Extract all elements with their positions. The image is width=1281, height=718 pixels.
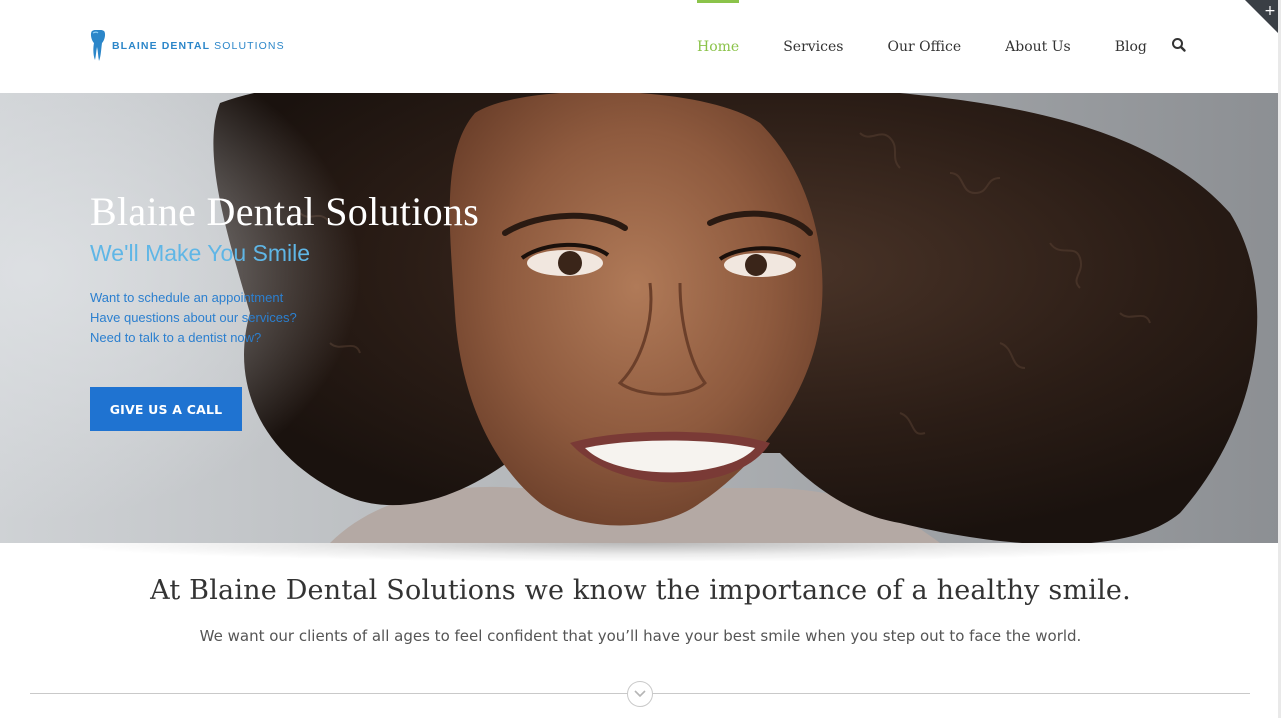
nav-item-blog[interactable]: Blog [1093, 0, 1169, 93]
hero-title: Blaine Dental Solutions [90, 189, 480, 234]
chevron-down-icon [634, 690, 646, 698]
scroll-down-button[interactable] [627, 681, 653, 707]
hero-shadow [80, 543, 1200, 561]
nav-item-our-office[interactable]: Our Office [865, 0, 983, 93]
site-header: BLAINE DENTAL SOLUTIONS Home Services Ou… [0, 0, 1281, 93]
hero-subtitle: We'll Make You Smile [90, 240, 311, 266]
hero-question: Need to talk to a dentist now? [90, 330, 262, 345]
search-button[interactable] [1170, 36, 1188, 54]
corner-toggle[interactable]: + [1245, 0, 1281, 36]
nav-item-services[interactable]: Services [761, 0, 865, 93]
tooth-icon [90, 30, 106, 61]
plus-icon: + [1264, 3, 1276, 19]
hero-questions: Want to schedule an appointment Have que… [90, 288, 297, 348]
nav-item-about-us[interactable]: About Us [983, 0, 1093, 93]
intro-heading: At Blaine Dental Solutions we know the i… [150, 575, 1131, 606]
hero-question: Want to schedule an appointment [90, 290, 284, 305]
search-icon [1172, 38, 1186, 52]
site-logo[interactable]: BLAINE DENTAL SOLUTIONS [90, 30, 285, 62]
give-us-a-call-button[interactable]: GIVE US A CALL [90, 387, 242, 431]
nav-item-home[interactable]: Home [675, 0, 761, 93]
main-nav: Home Services Our Office About Us Blog [675, 0, 1169, 93]
hero-question: Have questions about our services? [90, 310, 297, 325]
intro-text: We want our clients of all ages to feel … [199, 627, 1082, 645]
logo-text: BLAINE DENTAL SOLUTIONS [112, 40, 285, 52]
hero-banner: Blaine Dental Solutions We'll Make You S… [0, 93, 1281, 543]
